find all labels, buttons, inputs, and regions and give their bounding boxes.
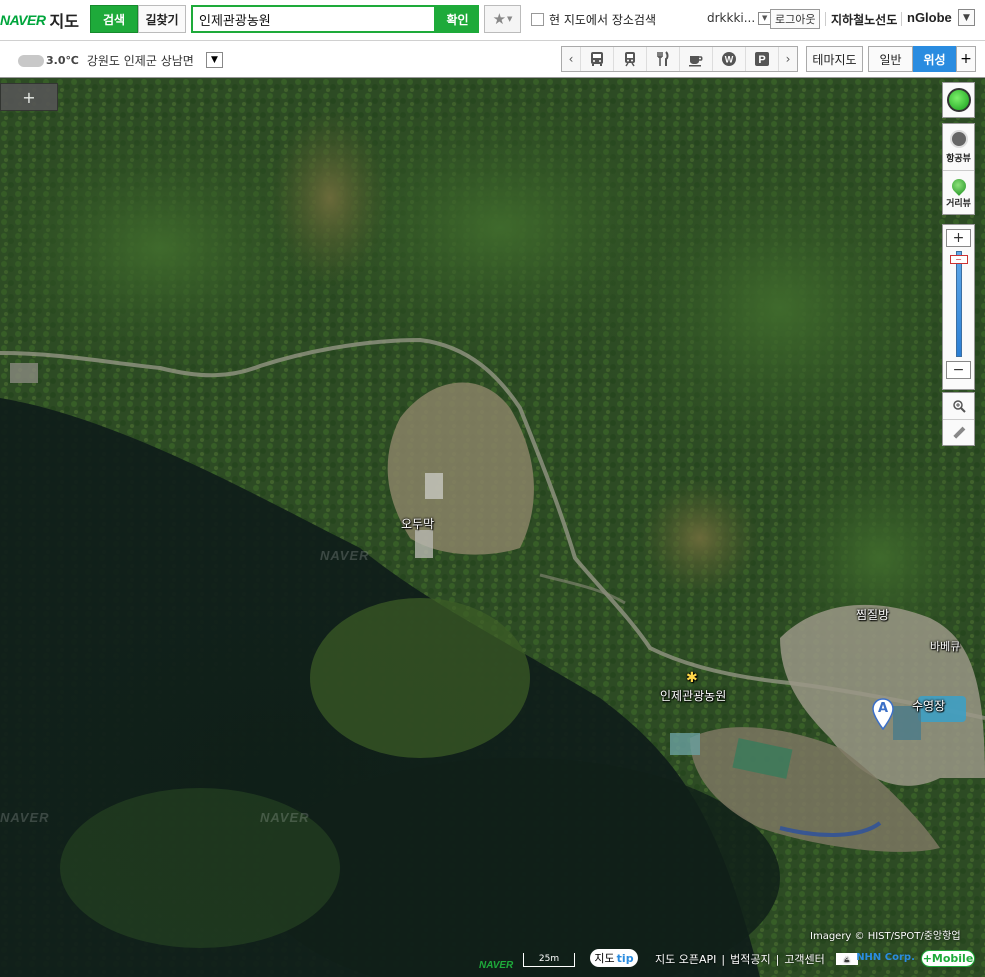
- poi-label-bbq[interactable]: 바베큐: [930, 638, 960, 654]
- confirm-button[interactable]: 확인: [436, 5, 479, 33]
- plus-icon: +: [22, 87, 36, 107]
- search-icon: [952, 400, 966, 413]
- street-view-icon: [948, 176, 969, 196]
- aerial-view-label: 항공뷰: [946, 154, 971, 164]
- naver-watermark: NAVER: [320, 548, 370, 563]
- cafe-icon[interactable]: [680, 47, 713, 71]
- tab-route[interactable]: 길찾기: [138, 5, 186, 33]
- traffic-light-icon: [946, 88, 971, 112]
- map-footer: NAVER 25m 지도 tip 지도 오픈API | 법적공지 | 고객센터 ▲ ©…: [0, 948, 985, 977]
- logo-service: 지도: [49, 12, 79, 31]
- minus-icon: −: [952, 362, 965, 378]
- street-view-label: 거리뷰: [946, 199, 971, 209]
- satellite-imagery: [0, 78, 985, 977]
- category-bar: ‹ W P ›: [561, 46, 798, 72]
- legal-link[interactable]: 법적공지: [725, 951, 775, 967]
- map-tip-button[interactable]: 지도 tip: [590, 949, 638, 967]
- svg-text:W: W: [725, 55, 734, 65]
- marker-letter: A: [877, 701, 889, 716]
- plus-icon: +: [960, 51, 972, 67]
- star-icon: ★: [492, 10, 507, 28]
- map-mode-general[interactable]: 일반: [868, 46, 913, 72]
- zoom-in-button[interactable]: +: [946, 229, 971, 247]
- palm-tree-icon[interactable]: ✱: [686, 670, 698, 686]
- subway-icon[interactable]: [614, 47, 647, 71]
- divider: [825, 12, 826, 26]
- copyright-company: NHN Corp.: [856, 952, 915, 963]
- map-mode-more-button[interactable]: +: [956, 46, 976, 72]
- top-bar: NAVER 지도 검색 길찾기 인제관광농원 확인 ★ ▼ 현 지도에서 장소검색…: [0, 0, 985, 41]
- ruler-icon: [952, 426, 965, 439]
- zoom-handle[interactable]: −: [949, 255, 968, 264]
- theme-map-button[interactable]: 테마지도: [806, 46, 863, 72]
- footer-links: 지도 오픈API | 법적공지 | 고객센터 ▲: [650, 951, 858, 967]
- area-search-checkbox[interactable]: [531, 13, 544, 26]
- open-api-link[interactable]: 지도 오픈API: [650, 951, 721, 967]
- secondary-bar: 3.0℃ 강원도 인제군 상남면 ▼ ‹ W P › 테마지도 일반 위성 +: [0, 41, 985, 78]
- chevron-left-icon[interactable]: ‹: [562, 47, 581, 71]
- aerial-view-button[interactable]: 항공뷰: [943, 124, 974, 171]
- search-input[interactable]: 인제관광농원: [191, 5, 436, 33]
- svg-text:P: P: [758, 54, 765, 66]
- naver-watermark: NAVER: [0, 810, 50, 825]
- more-menu-button[interactable]: ▼: [958, 9, 975, 26]
- username: drkkki...: [707, 11, 756, 25]
- restaurant-icon[interactable]: [647, 47, 680, 71]
- zoom-out-button[interactable]: −: [946, 361, 971, 379]
- aerial-view-icon: [949, 130, 968, 148]
- address-dropdown[interactable]: ▼: [206, 52, 223, 68]
- imagery-attribution: Imagery © HIST/SPOT/중앙항업: [810, 931, 961, 942]
- area-search-toggle[interactable]: 현 지도에서 장소검색: [531, 11, 656, 28]
- satellite-map[interactable]: NAVER NAVER NAVER + 오두막 ✱ 인제관광농원 찜질방 바베큐…: [0, 78, 985, 977]
- logout-button[interactable]: 로그아웃: [770, 9, 821, 29]
- bank-icon[interactable]: W: [713, 47, 746, 71]
- copyright-symbol: ©: [843, 952, 853, 963]
- map-mode-satellite[interactable]: 위성: [913, 46, 956, 72]
- naver-map-logo[interactable]: NAVER 지도: [0, 9, 79, 31]
- magnifier-tool[interactable]: [943, 393, 974, 420]
- map-tools: [942, 392, 975, 446]
- naver-watermark: NAVER: [260, 810, 310, 825]
- cloud-icon: [18, 54, 44, 67]
- tip-suffix: tip: [616, 951, 634, 965]
- view-controls: 항공뷰 거리뷰: [942, 123, 975, 215]
- chevron-down-icon: ▼: [211, 55, 218, 65]
- weather-info: 3.0℃ 강원도 인제군 상남면: [18, 52, 194, 69]
- subway-map-link[interactable]: 지하철노선도: [831, 11, 897, 28]
- expand-panel-button[interactable]: +: [0, 83, 58, 111]
- chevron-down-icon: ▼: [963, 12, 970, 23]
- parking-icon[interactable]: P: [746, 47, 779, 71]
- scale-bar: 25m: [523, 953, 575, 967]
- scale-brand: NAVER: [479, 960, 514, 971]
- customer-center-link[interactable]: 고객센터: [779, 951, 829, 967]
- zoom-control: + − −: [942, 224, 975, 390]
- chevron-down-icon: ▼: [507, 15, 513, 23]
- tip-prefix: 지도: [594, 952, 615, 965]
- plus-icon: +: [952, 230, 965, 246]
- zoom-slider[interactable]: −: [949, 251, 968, 357]
- current-address: 강원도 인제군 상남면: [86, 54, 194, 68]
- mobile-link[interactable]: +Mobile: [921, 950, 975, 967]
- bus-icon[interactable]: [581, 47, 614, 71]
- traffic-toggle[interactable]: [942, 82, 975, 118]
- map-marker[interactable]: A: [872, 698, 894, 731]
- poi-label-sauna[interactable]: 찜질방: [856, 606, 889, 623]
- nglobe-link[interactable]: nGlobe: [907, 10, 952, 25]
- favorite-button[interactable]: ★ ▼: [484, 5, 521, 33]
- poi-label-odumak[interactable]: 오두막: [401, 515, 434, 532]
- tab-search[interactable]: 검색: [90, 5, 138, 33]
- copyright: © NHN Corp.: [843, 952, 915, 963]
- divider: [901, 12, 902, 26]
- area-search-label: 현 지도에서 장소검색: [549, 13, 656, 27]
- poi-label-pool[interactable]: 수영장: [912, 697, 945, 714]
- temperature: 3.0: [46, 54, 66, 67]
- chevron-right-icon[interactable]: ›: [779, 47, 797, 71]
- temperature-unit: ℃: [65, 54, 79, 67]
- user-menu[interactable]: drkkki... ▼: [707, 11, 772, 25]
- ruler-tool[interactable]: [943, 420, 974, 446]
- poi-label-main-place[interactable]: 인제관광농원: [660, 687, 726, 704]
- street-view-button[interactable]: 거리뷰: [943, 171, 974, 217]
- logo-brand: NAVER: [0, 12, 46, 28]
